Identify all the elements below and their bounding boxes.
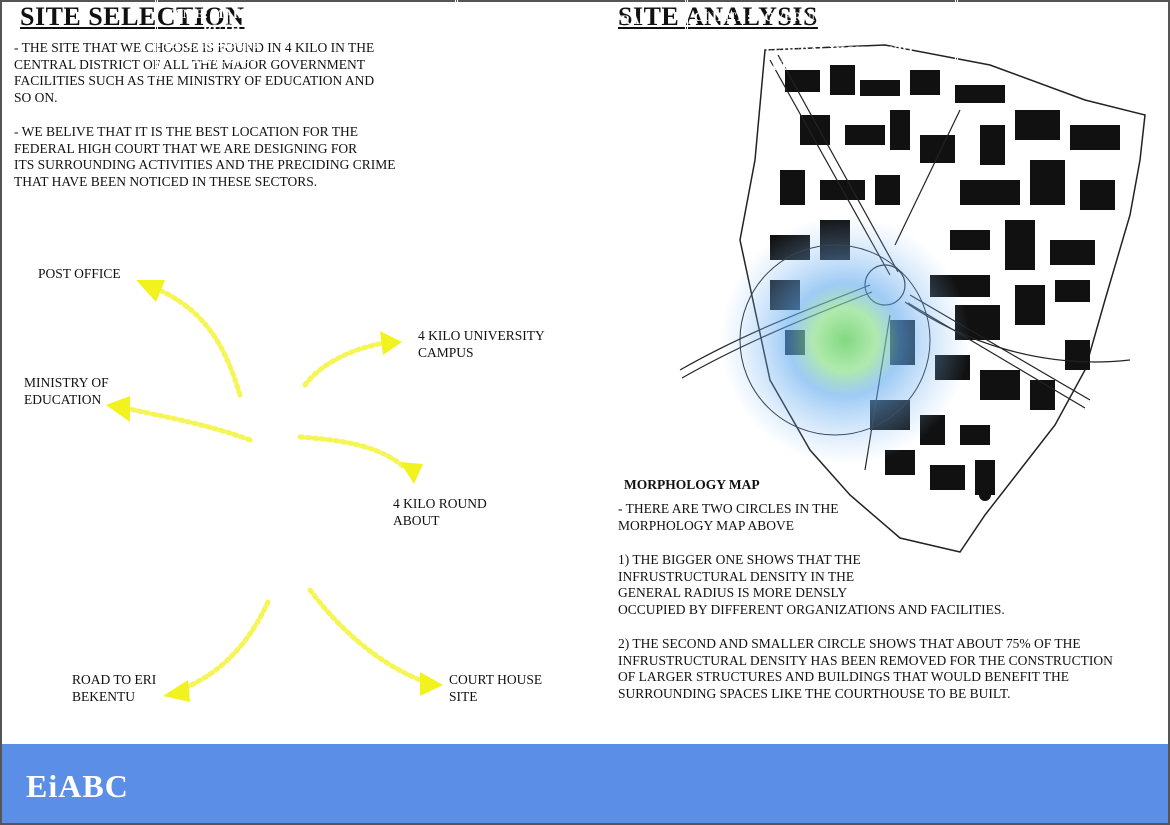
title-block (2, 744, 1168, 823)
arrow-road (177, 599, 271, 693)
eiabc-logo: EiABC (26, 768, 129, 804)
studio-head-text: STUDIO HEAD: SAMUEL (966, 9, 1120, 24)
analysis-point-2: 2) THE SECOND AND SMALLER CIRCLE SHOWS T… (618, 636, 1113, 701)
project-text: PROJECT : FEDERAL HIGH COURT HOUSE (694, 43, 916, 73)
context-arrows-diagram (106, 280, 443, 702)
client-text: CLIENT : GOVERNMENT (694, 9, 851, 24)
label-post-office: POST OFFICE (38, 266, 121, 281)
label-roundabout: 4 KILO ROUND ABOUT (393, 496, 487, 528)
analysis-intro: - THERE ARE TWO CIRCLES IN THE MORPHOLOG… (618, 501, 839, 533)
arrow-ministry (122, 405, 253, 443)
student-names: NAME: MAHELETE ELIAS RUTH HABTAMU ID: ET… (164, 6, 329, 66)
title-block-chair: CHAIR OF ARCHITECTURAL DESIGN (455, 0, 683, 79)
analysis-point-1: 1) THE BIGGER ONE SHOWS THAT THE INFRUST… (618, 552, 1005, 617)
label-university: 4 KILO UNIVERSITY CAMPUS (418, 328, 545, 360)
title-block-studio: STUDIO HEAD: SAMUEL DATE: MARCH 21, 2019 (955, 0, 1169, 79)
label-road: ROAD TO ERI BEKENTU (72, 672, 157, 704)
arrowhead-ministry (106, 396, 130, 422)
arrow-university (302, 339, 393, 388)
arrowhead-roundabout (400, 462, 423, 484)
arrowhead-court (420, 672, 443, 696)
arrowhead-university (380, 331, 402, 355)
arrow-post-office (152, 285, 243, 398)
arrowhead-road (163, 680, 190, 702)
title-block-client: CLIENT : GOVERNMENT PROJECT : FEDERAL HI… (685, 0, 953, 79)
morphology-map-title: MORPHOLOGY MAP (624, 477, 760, 492)
date-text: DATE: MARCH 21, 2019 (966, 43, 1109, 58)
label-ministry: MINISTRY OF EDUCATION (24, 375, 109, 407)
title-block-names: NAME: MAHELETE ELIAS RUTH HABTAMU ID: ET… (155, 0, 453, 79)
arrow-court (307, 587, 428, 685)
label-court-house: COURT HOUSE SITE (449, 672, 543, 704)
chair-text: CHAIR OF ARCHITECTURAL DESIGN (466, 12, 649, 42)
density-glow (720, 215, 970, 465)
arrow-roundabout (297, 434, 408, 471)
